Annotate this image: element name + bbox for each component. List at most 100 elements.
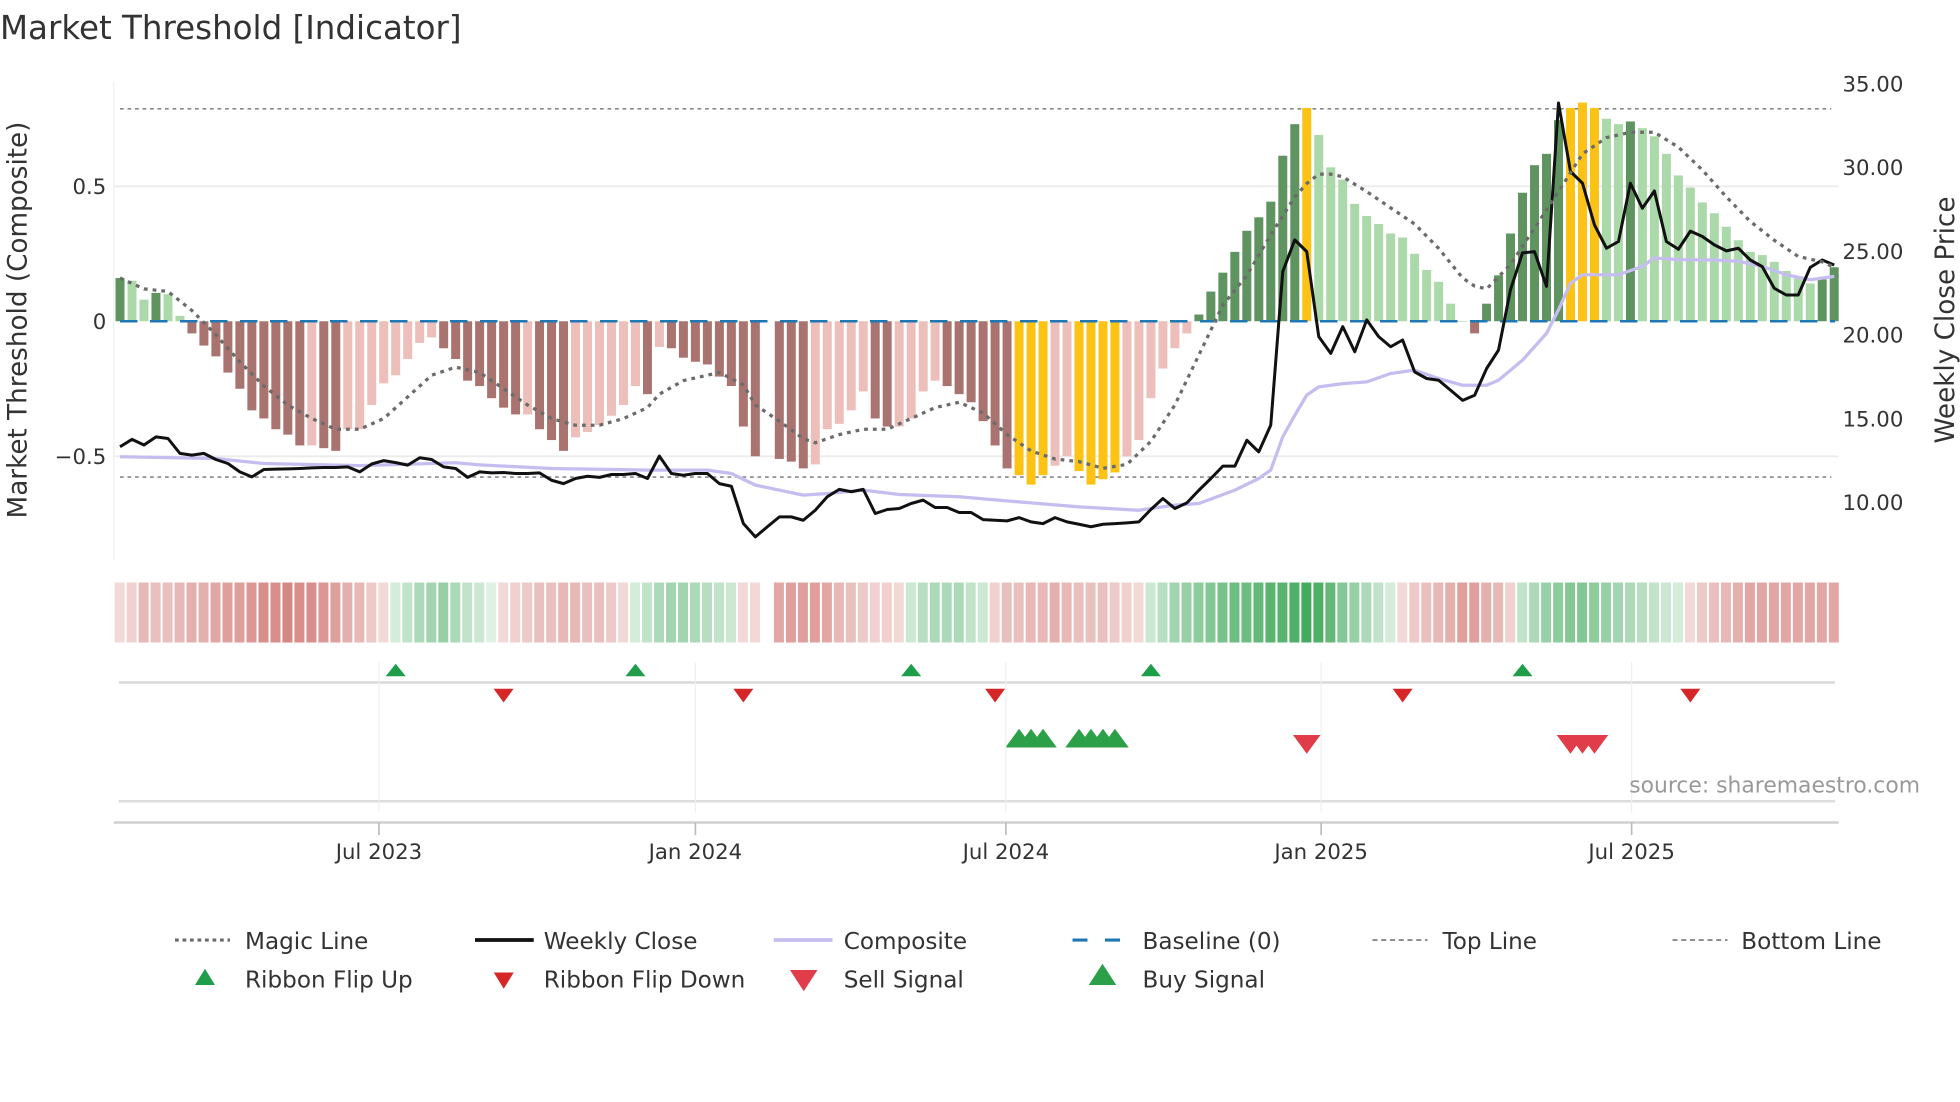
histogram-bar — [127, 280, 137, 322]
ribbon-cell — [246, 582, 257, 643]
histogram-bar — [1050, 321, 1060, 466]
ribbon-cell — [378, 582, 389, 643]
triangle-down-icon — [790, 970, 818, 992]
histogram-bar — [894, 321, 904, 427]
histogram-bar — [1122, 321, 1132, 457]
ribbon-cell — [1696, 582, 1707, 643]
histogram-bar — [1266, 201, 1276, 322]
histogram-bar — [738, 321, 748, 427]
histogram-bar — [1482, 303, 1492, 322]
histogram-bar — [355, 321, 365, 430]
ribbon-strip — [114, 582, 1839, 643]
ribbon-cell — [174, 582, 185, 643]
histogram-bar — [1062, 321, 1072, 457]
histogram-bar — [966, 321, 976, 403]
ribbon-cell — [438, 582, 449, 643]
ribbon-flip-up-marker — [1140, 663, 1161, 677]
left-axis-ticks: 0.5 0 −0.5 — [55, 175, 107, 470]
histogram-bar — [1422, 269, 1432, 322]
ribbon-cell — [654, 582, 665, 643]
histogram-bar — [307, 321, 317, 446]
ribbon-cell — [1613, 582, 1624, 643]
left-tick-label: −0.5 — [55, 445, 107, 470]
histogram-bar — [331, 321, 341, 451]
histogram-bar — [1182, 321, 1192, 334]
histogram-bar — [319, 321, 329, 449]
ribbon-cell — [138, 582, 149, 643]
legend-item-ribbon-flip-down[interactable]: Ribbon Flip Down — [493, 968, 746, 994]
legend-item-magic-line[interactable]: Magic Line — [175, 929, 368, 955]
ribbon-cell — [1505, 582, 1516, 643]
ribbon-cell — [558, 582, 569, 643]
ribbon-cell — [390, 582, 401, 643]
histogram-bar — [630, 321, 640, 387]
legend-item-bottom-line[interactable]: Bottom Line — [1672, 929, 1882, 955]
histogram-bar — [1685, 187, 1695, 322]
ribbon-cell — [893, 582, 904, 643]
ribbon-cell — [1013, 582, 1024, 643]
ribbon-cell — [1397, 582, 1408, 643]
legend-item-buy-signal[interactable]: Buy Signal — [1088, 963, 1265, 994]
ribbon-cell — [186, 582, 197, 643]
ribbon-cell — [354, 582, 365, 643]
ribbon-cell — [881, 582, 892, 643]
legend: Magic Line Weekly Close Composite Baseli… — [175, 929, 1882, 994]
ribbon-cell — [1385, 582, 1396, 643]
ribbon-cell — [198, 582, 209, 643]
legend-item-baseline[interactable]: Baseline (0) — [1072, 929, 1281, 955]
ribbon-cell — [498, 582, 509, 643]
ribbon-cell — [330, 582, 341, 643]
ribbon-cell — [1133, 582, 1144, 643]
ribbon-cell — [1361, 582, 1372, 643]
histogram-bar — [139, 299, 149, 322]
histogram-bar — [487, 321, 497, 399]
ribbon-cell — [845, 582, 856, 643]
histogram-bar — [1230, 251, 1240, 322]
ribbon-cell — [366, 582, 377, 643]
ribbon-cell — [594, 582, 605, 643]
ribbon-cell — [857, 582, 868, 643]
histogram-bar — [1110, 321, 1120, 473]
legend-item-sell-signal[interactable]: Sell Signal — [790, 968, 964, 994]
legend-label: Baseline (0) — [1143, 929, 1281, 955]
histogram-bar — [786, 321, 796, 462]
ribbon-cell — [1625, 582, 1636, 643]
histogram-bar — [295, 321, 305, 446]
legend-item-ribbon-flip-up[interactable]: Ribbon Flip Up — [195, 968, 413, 994]
legend-item-top-line[interactable]: Top Line — [1372, 929, 1538, 955]
ribbon-cell — [1409, 582, 1420, 643]
ribbon-cell — [1073, 582, 1084, 643]
ribbon-cell — [1037, 582, 1048, 643]
legend-label: Bottom Line — [1741, 929, 1881, 955]
histogram-bar — [714, 321, 724, 377]
ribbon-flip-up-marker — [901, 663, 922, 677]
histogram-bar — [1290, 124, 1300, 322]
ribbon-cell — [114, 582, 125, 643]
histogram-bar — [1338, 179, 1348, 322]
histogram-bar — [978, 321, 988, 422]
legend-item-weekly-close[interactable]: Weekly Close — [475, 929, 697, 955]
histogram-bar — [1170, 321, 1180, 349]
right-tick-label: 35.00 — [1843, 72, 1904, 97]
ribbon-cell — [1720, 582, 1731, 643]
ribbon-cell — [606, 582, 617, 643]
legend-label: Magic Line — [245, 929, 368, 955]
ribbon-cell — [1229, 582, 1240, 643]
ribbon-cell — [474, 582, 485, 643]
histogram-bar — [163, 294, 173, 322]
triangle-up-icon — [1088, 963, 1117, 985]
ribbon-cell — [414, 582, 425, 643]
left-tick-label: 0 — [93, 310, 107, 335]
ribbon-cell — [1457, 582, 1468, 643]
ribbon-cell — [1157, 582, 1168, 643]
histogram-bar — [1398, 237, 1408, 322]
histogram-bar — [211, 321, 221, 357]
ribbon-cell — [1277, 582, 1288, 643]
sell-signal-marker — [1293, 735, 1321, 754]
ribbon-cell — [1493, 582, 1504, 643]
ribbon-cell — [522, 582, 533, 643]
legend-item-composite[interactable]: Composite — [773, 929, 967, 955]
x-axis-ticks: Jul 2023 Jan 2024 Jul 2024 Jan 2025 Jul 2025 — [334, 662, 1675, 865]
ribbon-cell — [1265, 582, 1276, 643]
left-tick-label: 0.5 — [72, 175, 106, 200]
